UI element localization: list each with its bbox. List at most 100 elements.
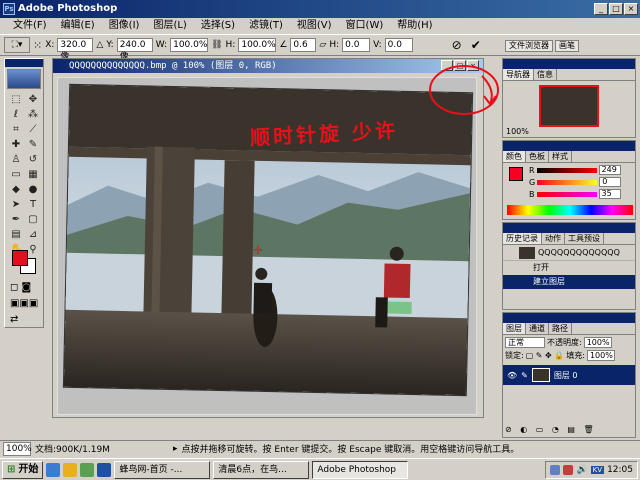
layer-row[interactable]: 👁 ✎ 图层 0: [503, 365, 635, 385]
menu-view[interactable]: 视图(V): [290, 18, 339, 34]
reference-point-icon[interactable]: ⁙: [33, 39, 42, 52]
menu-image[interactable]: 图像(I): [102, 18, 147, 34]
messenger-icon[interactable]: [80, 462, 95, 477]
photoshop-logo[interactable]: [7, 69, 41, 89]
notes-icon[interactable]: ▤: [8, 228, 24, 242]
network-icon[interactable]: [550, 464, 561, 475]
layer-buttons[interactable]: ⊘ ◐ ▭ ◔ ▤ 🗑: [505, 425, 597, 434]
panel-header[interactable]: [503, 313, 635, 323]
kv-badge[interactable]: KV: [590, 465, 605, 474]
opacity-field[interactable]: 100%: [583, 337, 612, 348]
crop-icon[interactable]: ⌗: [8, 123, 24, 137]
pen-icon[interactable]: ✒: [8, 213, 24, 227]
quickmask-icon[interactable]: ◻ ◙: [10, 282, 31, 293]
info-arrow-icon[interactable]: ▸: [173, 444, 178, 454]
tab-layers[interactable]: 图层: [503, 323, 526, 334]
tab-info[interactable]: 信息: [534, 69, 557, 80]
menu-help[interactable]: 帮助(H): [390, 18, 439, 34]
task-button-2[interactable]: 清晨6点，在鸟...: [213, 460, 310, 479]
history-item[interactable]: 打开: [503, 261, 635, 275]
task-button-1[interactable]: 蜂鸟网-首页 -...: [114, 460, 211, 479]
panel-header[interactable]: [503, 141, 635, 151]
blend-mode-select[interactable]: 正常: [505, 337, 545, 348]
eye-icon[interactable]: 👁: [507, 371, 517, 380]
tab-navigator[interactable]: 导航器: [503, 69, 534, 80]
panel-header[interactable]: [503, 59, 635, 69]
menu-select[interactable]: 选择(S): [194, 18, 242, 34]
rotation-center-icon[interactable]: ✛: [253, 243, 263, 257]
marquee-icon[interactable]: ⬚: [8, 93, 24, 107]
eraser-icon[interactable]: ▭: [8, 168, 24, 182]
menu-filter[interactable]: 滤镜(T): [242, 18, 290, 34]
link-icon[interactable]: ⛓: [211, 40, 222, 50]
height-field[interactable]: 100.0%: [238, 38, 277, 52]
panel-header[interactable]: [503, 223, 635, 233]
magic-wand-icon[interactable]: ⁂: [25, 108, 41, 122]
toolbox-header[interactable]: [5, 59, 43, 67]
shape-icon[interactable]: ▢: [25, 213, 41, 227]
close-button[interactable]: ×: [624, 3, 638, 15]
path-select-icon[interactable]: ➤: [8, 198, 24, 212]
screen-mode-icon[interactable]: ▣▣▣: [10, 298, 38, 309]
angle-field[interactable]: 0.6: [290, 38, 317, 52]
stamp-icon[interactable]: ♙: [8, 153, 24, 167]
navigator-thumbnail[interactable]: [539, 85, 599, 127]
ie-icon[interactable]: [46, 462, 61, 477]
tab-channels[interactable]: 通道: [526, 323, 549, 334]
document-titlebar[interactable]: QQQQQQQQQQQQQQ.bmp @ 100% (图层 0, RGB): [53, 59, 483, 73]
check-icon[interactable]: ✔: [471, 38, 481, 52]
healing-icon[interactable]: ✚: [8, 138, 24, 152]
start-button[interactable]: ⊞ 开始: [2, 460, 44, 479]
foreground-color-swatch[interactable]: [509, 167, 523, 181]
task-button-photoshop[interactable]: Adobe Photoshop: [312, 460, 409, 479]
tab-history[interactable]: 历史记录: [503, 233, 542, 244]
x-field[interactable]: 320.0 像: [57, 38, 94, 62]
r-field[interactable]: 249: [598, 165, 621, 175]
folder-icon[interactable]: [63, 462, 78, 477]
volume-icon[interactable]: 🔊: [576, 465, 587, 475]
desktop-icon[interactable]: [97, 462, 112, 477]
lasso-icon[interactable]: ℓ: [8, 108, 24, 122]
brush-icon[interactable]: ✎: [25, 138, 41, 152]
color-ramp[interactable]: [507, 205, 633, 215]
width-field[interactable]: 100.0%: [170, 38, 209, 52]
slice-icon[interactable]: ⟋: [25, 123, 41, 137]
lock-icons[interactable]: ▢ ✎ ✥ 🔒: [526, 351, 565, 360]
navigator-zoom[interactable]: 100%: [506, 127, 529, 136]
delta-icon[interactable]: △: [96, 40, 103, 50]
g-slider[interactable]: [537, 179, 598, 185]
minimize-button[interactable]: _: [594, 3, 608, 15]
tab-actions[interactable]: 动作: [542, 233, 565, 244]
history-snapshot[interactable]: QQQQQQQQQQQQQ: [503, 245, 635, 261]
vskew-field[interactable]: 0.0: [384, 38, 413, 52]
tab-color[interactable]: 颜色: [503, 151, 526, 162]
antivirus-icon[interactable]: [563, 464, 574, 475]
eyedropper-icon[interactable]: ⊿: [25, 228, 41, 242]
tab-brushes[interactable]: 画笔: [555, 40, 579, 52]
blur-icon[interactable]: ◆: [8, 183, 24, 197]
fill-field[interactable]: 100%: [586, 350, 615, 361]
jump-to-imageready-icon[interactable]: ⇄: [10, 314, 18, 325]
gradient-icon[interactable]: ▦: [25, 168, 41, 182]
cancel-icon[interactable]: ⊘: [452, 38, 462, 52]
tab-file-browser[interactable]: 文件浏览器: [505, 40, 553, 52]
history-brush-icon[interactable]: ↺: [25, 153, 41, 167]
tab-swatches[interactable]: 色板: [526, 151, 549, 162]
tab-paths[interactable]: 路径: [549, 323, 572, 334]
tool-preset-icon[interactable]: ⛶▾: [4, 37, 30, 53]
zoom-field[interactable]: 100%: [3, 441, 32, 456]
history-item-active[interactable]: 建立图层: [503, 275, 635, 289]
y-field[interactable]: 240.0 像: [116, 38, 153, 62]
maximize-button[interactable]: □: [609, 3, 623, 15]
menu-file[interactable]: 文件(F): [6, 18, 54, 34]
dodge-icon[interactable]: ●: [25, 183, 41, 197]
menu-edit[interactable]: 编辑(E): [54, 18, 102, 34]
tab-styles[interactable]: 样式: [549, 151, 572, 162]
type-icon[interactable]: T: [25, 198, 41, 212]
menu-window[interactable]: 窗口(W): [339, 18, 391, 34]
b-slider[interactable]: [536, 191, 597, 197]
brush-icon[interactable]: ✎: [521, 371, 528, 380]
move-icon[interactable]: ✥: [25, 93, 41, 107]
foreground-color-swatch[interactable]: [12, 250, 28, 266]
hskew-field[interactable]: 0.0: [342, 38, 371, 52]
